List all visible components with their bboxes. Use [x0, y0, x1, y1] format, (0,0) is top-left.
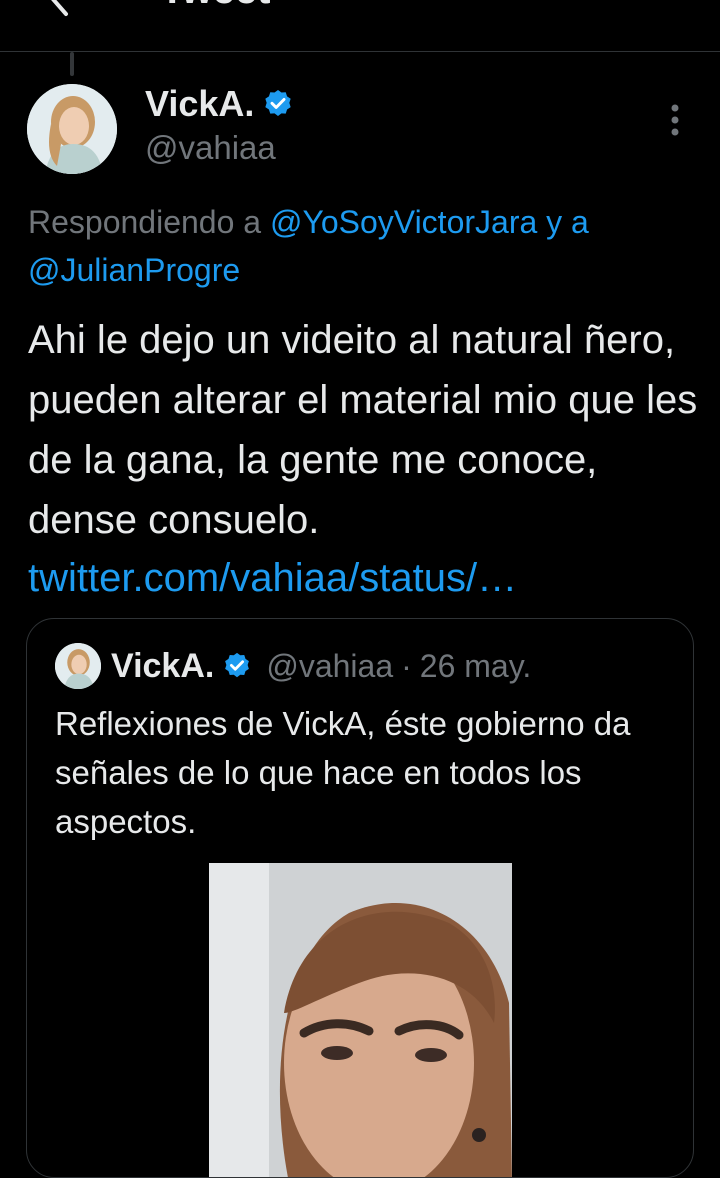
tweet-text: Ahi le dejo un videito al natural ñero, …	[28, 318, 698, 542]
quoted-media-thumbnail[interactable]	[209, 863, 512, 1177]
avatar-image	[27, 84, 117, 174]
author-name-row[interactable]: VickA.	[145, 84, 294, 124]
page-title: Tweet	[160, 0, 270, 10]
top-bar: Tweet	[0, 0, 720, 52]
quoted-tweet-text: Reflexiones de VickA, éste gobierno da s…	[55, 705, 631, 840]
mention-link-2[interactable]: @JulianProgre	[28, 252, 240, 288]
quoted-date[interactable]: 26 may.	[420, 648, 531, 685]
verified-badge-icon	[265, 90, 292, 116]
author-avatar[interactable]	[27, 84, 117, 174]
quoted-avatar-image	[55, 643, 101, 689]
quoted-author-avatar[interactable]	[55, 643, 101, 689]
author-handle[interactable]: @vahiaa	[145, 130, 276, 166]
thread-connector-line	[70, 52, 74, 76]
quoted-author-name[interactable]: VickA.	[111, 647, 214, 686]
replying-to-line: Respondiendo a @YoSoyVictorJara y a @Jul…	[28, 198, 698, 294]
verified-badge-icon	[225, 652, 250, 678]
separator-dot: ·	[401, 647, 412, 684]
quoted-header: VickA. @vahiaa · 26 may.	[111, 643, 531, 689]
quoted-video-image	[209, 863, 512, 1177]
mention-link-1[interactable]: @YoSoyVictorJara	[270, 204, 537, 240]
quoted-tweet-card[interactable]: VickA. @vahiaa · 26 may. Reflexiones de …	[26, 618, 694, 1178]
tweet-link[interactable]: twitter.com/vahiaa/status/…	[28, 548, 517, 608]
reply-joiner: y a	[537, 204, 589, 240]
more-vertical-icon[interactable]	[660, 102, 690, 138]
reply-prefix: Respondiendo a	[28, 204, 270, 240]
quoted-author-handle[interactable]: @vahiaa	[266, 648, 393, 685]
arrow-left-icon[interactable]	[40, 0, 80, 18]
author-name[interactable]: VickA.	[145, 84, 254, 124]
